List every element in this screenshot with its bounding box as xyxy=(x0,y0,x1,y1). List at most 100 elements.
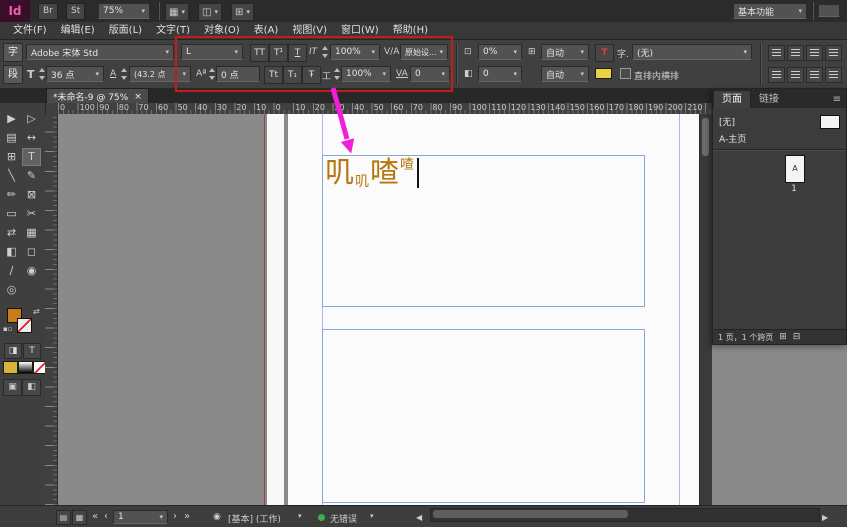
master-none-row[interactable]: [无] xyxy=(713,113,846,130)
hand-tool[interactable]: ◉ xyxy=(22,262,41,280)
scissors-tool[interactable]: ✂ xyxy=(22,205,41,223)
master-a-row[interactable]: A-主页 xyxy=(713,131,846,146)
kerning-field[interactable]: 原始设... ▾ xyxy=(400,44,448,60)
view-options-dropdown[interactable]: ▦ ▾ xyxy=(165,3,189,21)
eyedropper-tool[interactable]: ∕ xyxy=(2,262,21,280)
gradient-feather-tool[interactable]: ◧ xyxy=(2,243,21,261)
document-tab[interactable]: *未命名-9 @ 75% × xyxy=(46,88,149,104)
all-caps-button[interactable]: TT xyxy=(250,44,269,62)
horizontal-scrollbar-thumb[interactable] xyxy=(433,510,628,518)
stroke-color-swatch[interactable] xyxy=(17,318,32,333)
previous-page-button[interactable]: ‹ xyxy=(104,512,108,522)
new-page-icon[interactable]: ⊞ xyxy=(779,332,787,342)
small-caps-button[interactable]: Tt xyxy=(264,66,283,84)
proportional-spacing-field[interactable]: 0% ▾ xyxy=(478,44,522,60)
status-left-icon-2[interactable]: ▦ xyxy=(72,510,87,525)
grid-amount-field[interactable]: 自动 ▾ xyxy=(541,44,589,60)
horizontal-scrollbar[interactable] xyxy=(430,508,820,522)
workspace-switcher[interactable]: 基本功能 ▾ xyxy=(733,3,807,19)
justify-button[interactable] xyxy=(825,45,842,61)
menu-item-7[interactable]: 窗口(W) xyxy=(334,22,386,40)
menu-item-5[interactable]: 表(A) xyxy=(247,22,286,40)
content-collector-tool[interactable]: ⊞ xyxy=(2,148,21,166)
page-1-thumbnail[interactable]: A xyxy=(785,155,805,183)
vertical-scale-stepper[interactable] xyxy=(321,44,328,60)
text-frame-2[interactable] xyxy=(322,329,645,503)
menu-item-3[interactable]: 文字(T) xyxy=(149,22,197,40)
text-line[interactable]: 叽叽喳喳 xyxy=(325,158,419,189)
vertical-scrollbar[interactable] xyxy=(699,114,712,505)
horizontal-scale-stepper[interactable] xyxy=(333,66,340,82)
screen-mode-dropdown[interactable]: ◫ ▾ xyxy=(198,3,222,21)
zoom-level-select[interactable]: 75% ▾ xyxy=(98,3,150,19)
apply-color-button[interactable] xyxy=(3,361,18,374)
subscript-button[interactable]: T₁ xyxy=(283,66,302,84)
scroll-right-icon[interactable]: ▶ xyxy=(822,513,828,523)
tracking-field[interactable]: 0 ▾ xyxy=(410,66,450,82)
para-align-middle-button[interactable] xyxy=(787,67,804,83)
baseline-shift-stepper[interactable] xyxy=(208,66,215,82)
preview-mode-button[interactable]: ◧ xyxy=(22,379,41,396)
formatting-affects-text-button[interactable]: T xyxy=(23,343,41,359)
character-formatting-toggle[interactable]: 字 xyxy=(3,43,23,62)
chevron-down-icon[interactable]: ▾ xyxy=(370,512,374,520)
preflight-profile[interactable]: [基本] (工作) xyxy=(228,512,281,525)
para-align-bottom-button[interactable] xyxy=(806,67,823,83)
vertical-scale-field[interactable]: 100% ▾ xyxy=(330,44,380,60)
gradient-swatch-tool[interactable]: ▦ xyxy=(22,224,41,242)
selection-tool[interactable]: ▶ xyxy=(2,110,21,128)
leading-field[interactable]: (43.2 点 ▾ xyxy=(129,66,191,82)
free-transform-tool[interactable]: ⇄ xyxy=(2,224,21,242)
status-left-icon-1[interactable]: ▤ xyxy=(56,510,71,525)
menu-item-0[interactable]: 文件(F) xyxy=(6,22,54,40)
vertical-scrollbar-thumb[interactable] xyxy=(702,118,709,156)
page-number-field[interactable]: 1 ▾ xyxy=(113,510,168,524)
scroll-left-icon[interactable]: ◀ xyxy=(416,513,422,523)
para-justify-button[interactable] xyxy=(825,67,842,83)
baseline-shift-field[interactable]: 0 点 xyxy=(216,66,260,82)
font-size-stepper[interactable] xyxy=(38,66,45,82)
character-color-swatch[interactable]: T xyxy=(595,44,614,62)
menu-item-8[interactable]: 帮助(H) xyxy=(386,22,435,40)
stock-button[interactable]: St xyxy=(66,3,85,20)
arrange-documents-dropdown[interactable]: ⊞ ▾ xyxy=(231,3,254,21)
swap-fill-stroke-icon[interactable]: ⇄ xyxy=(33,307,40,316)
first-page-button[interactable]: « xyxy=(92,512,98,522)
panel-menu-icon[interactable]: ≡ xyxy=(828,91,846,108)
gap-tool[interactable]: ↔ xyxy=(22,129,41,147)
search-input[interactable] xyxy=(818,4,840,17)
rectangle-frame-tool[interactable]: ⊠ xyxy=(22,186,41,204)
underline-color-swatch[interactable] xyxy=(595,68,612,79)
tab-pages[interactable]: 页面 xyxy=(713,90,751,108)
formatting-affects-container-button[interactable]: ◨ xyxy=(4,343,22,359)
horizontal-scale-field[interactable]: 100% ▾ xyxy=(341,66,391,82)
apply-gradient-button[interactable] xyxy=(18,361,33,374)
menu-item-1[interactable]: 编辑(E) xyxy=(54,22,102,40)
strikethrough-button[interactable]: Ŧ xyxy=(302,66,321,84)
direct-selection-tool[interactable]: ▷ xyxy=(22,110,41,128)
underline-button[interactable]: T xyxy=(288,44,307,62)
tatechuyoko-checkbox[interactable] xyxy=(620,68,631,79)
chevron-down-icon[interactable]: ▾ xyxy=(298,512,302,520)
page[interactable]: 叽叽喳喳 xyxy=(288,114,700,505)
close-icon[interactable]: × xyxy=(134,92,142,102)
para-align-top-button[interactable] xyxy=(768,67,785,83)
note-tool[interactable]: ◻ xyxy=(22,243,41,261)
last-page-button[interactable]: » xyxy=(184,512,190,522)
type-tool[interactable]: T xyxy=(22,148,41,166)
page-tool[interactable]: ▤ xyxy=(2,129,21,147)
bridge-button[interactable]: Br xyxy=(38,3,58,20)
leading-stepper[interactable] xyxy=(120,66,127,82)
master-none-thumbnail[interactable] xyxy=(820,115,840,129)
normal-view-mode-button[interactable]: ▣ xyxy=(3,379,22,396)
align-left-button[interactable] xyxy=(768,45,785,61)
menu-item-2[interactable]: 版面(L) xyxy=(102,22,149,40)
default-fill-stroke-icon[interactable]: ▪▫ xyxy=(3,325,13,333)
zoom-tool[interactable]: ◎ xyxy=(2,281,21,299)
pen-tool[interactable]: ✎ xyxy=(22,167,41,185)
aki-field[interactable]: 0 ▾ xyxy=(478,66,522,82)
tab-links[interactable]: 链接 xyxy=(751,91,787,108)
menu-item-4[interactable]: 对象(O) xyxy=(197,22,247,40)
char-style-select[interactable]: (无) ▾ xyxy=(632,44,752,60)
next-page-button[interactable]: › xyxy=(173,512,177,522)
